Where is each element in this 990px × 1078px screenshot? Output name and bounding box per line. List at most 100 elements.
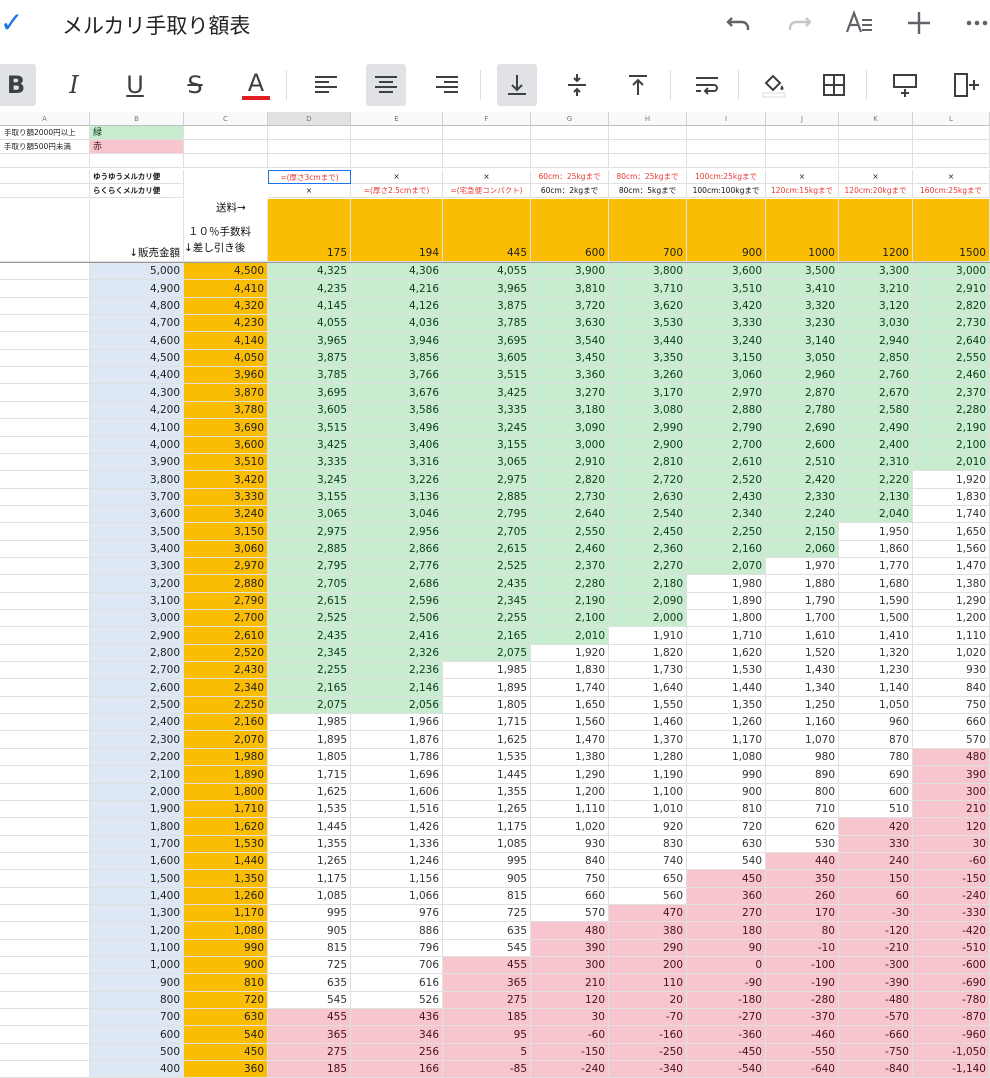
- net-amount-cell[interactable]: 690: [839, 766, 913, 784]
- after-fee-cell[interactable]: 540: [184, 1026, 268, 1044]
- empty-cell[interactable]: [531, 140, 609, 154]
- net-amount-cell[interactable]: 4,325: [268, 263, 351, 280]
- text-color-button[interactable]: A: [236, 64, 276, 106]
- net-amount-cell[interactable]: 4,145: [268, 298, 351, 315]
- net-amount-cell[interactable]: -70: [609, 1009, 687, 1026]
- net-amount-cell[interactable]: 2,345: [443, 593, 531, 610]
- net-amount-cell[interactable]: 1,740: [913, 506, 990, 523]
- fee-header[interactable]: 送料→ １０％手数料 ↓差し引き後: [184, 199, 268, 262]
- empty-cell[interactable]: [0, 992, 90, 1009]
- net-amount-cell[interactable]: 2,550: [531, 523, 609, 541]
- net-amount-cell[interactable]: 1,110: [913, 627, 990, 645]
- net-amount-cell[interactable]: 0: [687, 957, 766, 974]
- net-amount-cell[interactable]: 1,530: [687, 662, 766, 679]
- empty-cell[interactable]: [766, 154, 839, 168]
- net-amount-cell[interactable]: 3,785: [443, 315, 531, 332]
- net-amount-cell[interactable]: 870: [839, 731, 913, 749]
- net-amount-cell[interactable]: 3,540: [531, 332, 609, 350]
- net-amount-cell[interactable]: -390: [839, 974, 913, 992]
- net-amount-cell[interactable]: 3,515: [268, 419, 351, 437]
- after-fee-cell[interactable]: 3,780: [184, 402, 268, 419]
- net-amount-cell[interactable]: 1,535: [268, 801, 351, 818]
- net-amount-cell[interactable]: 1,260: [687, 714, 766, 731]
- net-amount-cell[interactable]: 905: [268, 922, 351, 940]
- empty-cell[interactable]: [0, 298, 90, 315]
- empty-cell[interactable]: [839, 126, 913, 140]
- net-amount-cell[interactable]: 455: [268, 1009, 351, 1026]
- net-amount-cell[interactable]: 2,795: [268, 558, 351, 575]
- net-amount-cell[interactable]: 270: [687, 905, 766, 922]
- sale-price-cell[interactable]: 1,100: [90, 940, 184, 957]
- rakuraku-cell[interactable]: 60cm：2kgまで: [531, 184, 609, 198]
- after-fee-cell[interactable]: 4,140: [184, 332, 268, 350]
- empty-cell[interactable]: [0, 1061, 90, 1078]
- sale-price-cell[interactable]: 600: [90, 1026, 184, 1044]
- net-amount-cell[interactable]: 1,625: [268, 784, 351, 801]
- net-amount-cell[interactable]: 2,270: [609, 558, 687, 575]
- yuuyuu-label[interactable]: ゆうゆうメルカリ便: [90, 170, 184, 184]
- net-amount-cell[interactable]: -750: [839, 1044, 913, 1061]
- net-amount-cell[interactable]: 1,805: [443, 697, 531, 714]
- after-fee-cell[interactable]: 450: [184, 1044, 268, 1061]
- empty-cell[interactable]: [0, 367, 90, 384]
- net-amount-cell[interactable]: 390: [913, 766, 990, 784]
- net-amount-cell[interactable]: 886: [351, 922, 443, 940]
- legend-swatch[interactable]: 赤: [90, 140, 184, 154]
- net-amount-cell[interactable]: 1,830: [531, 662, 609, 679]
- net-amount-cell[interactable]: -570: [839, 1009, 913, 1026]
- rakuraku-cell[interactable]: 160cm:25kgまで: [913, 184, 990, 198]
- net-amount-cell[interactable]: 2,795: [443, 506, 531, 523]
- net-amount-cell[interactable]: 600: [839, 784, 913, 801]
- spreadsheet-grid[interactable]: A B C D E F G H I J K L 手取り額2000円以上緑手取り額500円未満赤ゆうゆうメ…: [0, 112, 990, 1078]
- net-amount-cell[interactable]: 1,350: [687, 697, 766, 714]
- after-fee-cell[interactable]: 3,960: [184, 367, 268, 384]
- net-amount-cell[interactable]: 780: [839, 749, 913, 766]
- empty-cell[interactable]: [443, 126, 531, 140]
- net-amount-cell[interactable]: 3,406: [351, 437, 443, 454]
- net-amount-cell[interactable]: 2,490: [839, 419, 913, 437]
- net-amount-cell[interactable]: 3,335: [443, 402, 531, 419]
- sale-price-cell[interactable]: 3,100: [90, 593, 184, 610]
- net-amount-cell[interactable]: 815: [268, 940, 351, 957]
- sale-price-cell[interactable]: 1,400: [90, 888, 184, 905]
- net-amount-cell[interactable]: -360: [687, 1026, 766, 1044]
- net-amount-cell[interactable]: 275: [268, 1044, 351, 1061]
- column-header-l[interactable]: L: [913, 112, 990, 126]
- sale-price-cell[interactable]: 2,000: [90, 784, 184, 801]
- net-amount-cell[interactable]: 1,650: [531, 697, 609, 714]
- after-fee-cell[interactable]: 2,430: [184, 662, 268, 679]
- sale-price-cell[interactable]: 800: [90, 992, 184, 1009]
- net-amount-cell[interactable]: 2,705: [268, 575, 351, 593]
- net-amount-cell[interactable]: 1,740: [531, 679, 609, 697]
- net-amount-cell[interactable]: 995: [443, 853, 531, 870]
- net-amount-cell[interactable]: 3,210: [839, 280, 913, 298]
- net-amount-cell[interactable]: 2,130: [839, 489, 913, 506]
- net-amount-cell[interactable]: 3,030: [839, 315, 913, 332]
- net-amount-cell[interactable]: 1,020: [531, 818, 609, 836]
- text-format-icon[interactable]: [844, 8, 874, 45]
- after-fee-cell[interactable]: 4,230: [184, 315, 268, 332]
- legend-swatch[interactable]: 緑: [90, 126, 184, 140]
- net-amount-cell[interactable]: -510: [913, 940, 990, 957]
- align-center-icon[interactable]: [366, 64, 406, 106]
- net-amount-cell[interactable]: 420: [839, 818, 913, 836]
- net-amount-cell[interactable]: 725: [268, 957, 351, 974]
- net-amount-cell[interactable]: 1,710: [687, 627, 766, 645]
- net-amount-cell[interactable]: 2,960: [766, 367, 839, 384]
- after-fee-cell[interactable]: 630: [184, 1009, 268, 1026]
- yuuyuu-cell[interactable]: 100cm:25kgまで: [687, 170, 766, 184]
- sale-price-cell[interactable]: 700: [90, 1009, 184, 1026]
- net-amount-cell[interactable]: 3,710: [609, 280, 687, 298]
- after-fee-cell[interactable]: 1,530: [184, 836, 268, 853]
- empty-cell[interactable]: [0, 662, 90, 679]
- yuuyuu-cell[interactable]: ×: [913, 170, 990, 184]
- net-amount-cell[interactable]: -85: [443, 1061, 531, 1078]
- empty-cell[interactable]: [609, 126, 687, 140]
- net-amount-cell[interactable]: 1,950: [839, 523, 913, 541]
- net-amount-cell[interactable]: 1,085: [268, 888, 351, 905]
- sale-price-cell[interactable]: 3,600: [90, 506, 184, 523]
- net-amount-cell[interactable]: -60: [531, 1026, 609, 1044]
- empty-cell[interactable]: [0, 697, 90, 714]
- net-amount-cell[interactable]: 1,535: [443, 749, 531, 766]
- net-amount-cell[interactable]: 3,270: [531, 384, 609, 402]
